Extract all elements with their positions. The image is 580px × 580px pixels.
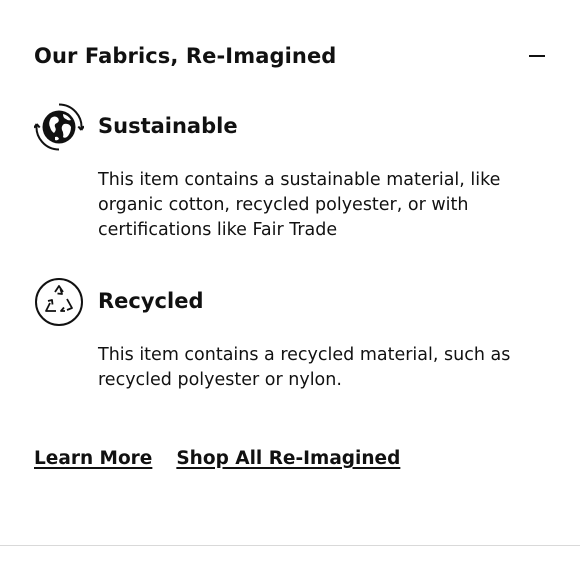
shop-all-link[interactable]: Shop All Re-Imagined bbox=[176, 448, 400, 469]
feature-description: This item contains a sustainable materia… bbox=[98, 170, 501, 240]
learn-more-link[interactable]: Learn More bbox=[34, 448, 152, 469]
divider bbox=[0, 545, 580, 546]
feature-description: This item contains a recycled material, … bbox=[98, 345, 511, 390]
globe-cycle-icon bbox=[34, 103, 84, 151]
collapse-button[interactable] bbox=[526, 45, 548, 67]
recycle-icon bbox=[35, 278, 83, 326]
feature-title: Recycled bbox=[98, 289, 204, 313]
links-row: Learn More Shop All Re-Imagined bbox=[34, 448, 400, 469]
section-header: Our Fabrics, Re-Imagined bbox=[34, 38, 550, 74]
section-title: Our Fabrics, Re-Imagined bbox=[34, 44, 337, 68]
minus-icon bbox=[529, 54, 545, 58]
feature-title: Sustainable bbox=[98, 114, 238, 138]
